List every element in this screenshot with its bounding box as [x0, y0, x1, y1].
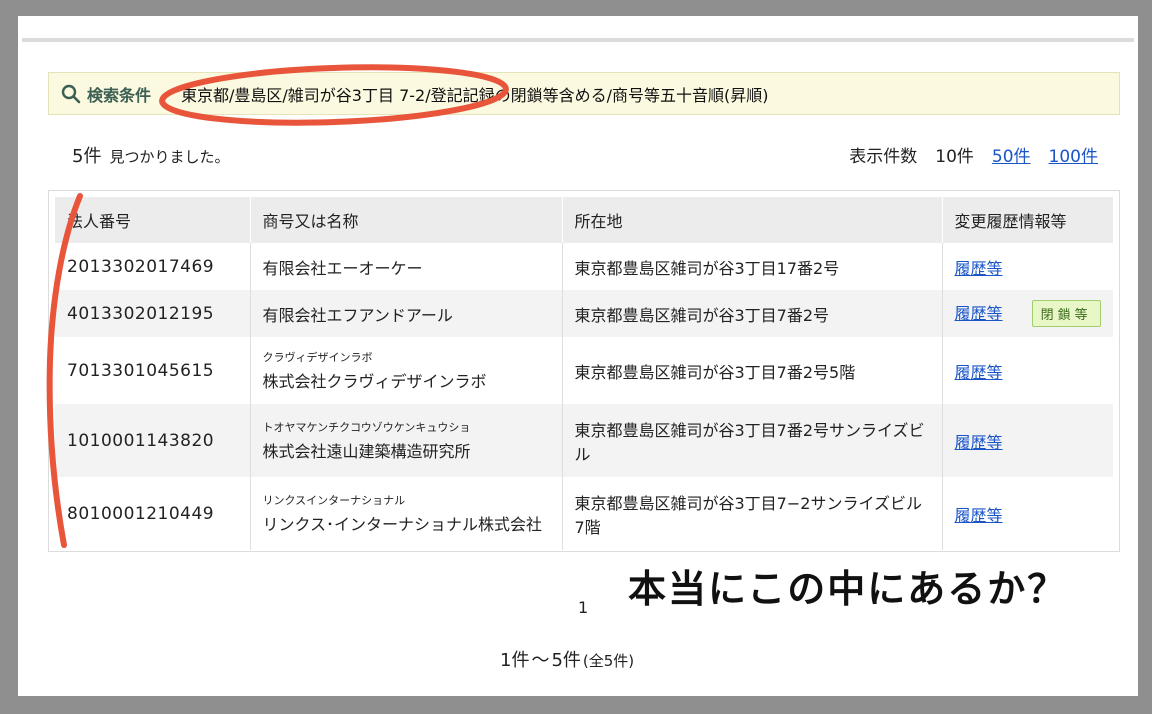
table-row: 2013302017469 有限会社エーオーケー 東京都豊島区雑司が谷3丁目17…	[55, 243, 1113, 290]
header-address: 所在地	[562, 197, 943, 243]
history-link[interactable]: 履歴等	[955, 363, 1003, 382]
result-found-text: 見つかりました。	[109, 148, 230, 166]
results-table-container: 法人番号 商号又は名称 所在地 変更履歴情報等 2013302017469 有限…	[48, 190, 1120, 552]
name-cell: トオヤマケンチクコウゾウケンキュウショ 株式会社遠山建築構造研究所	[250, 404, 563, 477]
result-count: 5件 見つかりました。	[72, 142, 229, 168]
history-link[interactable]: 履歴等	[955, 506, 1003, 525]
table-row: 8010001210449 リンクスインターナショナル リンクス･インターナショ…	[55, 477, 1113, 550]
per-page-50-link[interactable]: 50件	[992, 142, 1031, 167]
history-cell: 履歴等	[942, 404, 1113, 477]
table-header-row: 法人番号 商号又は名称 所在地 変更履歴情報等	[55, 197, 1113, 243]
company-name: 株式会社クラヴィデザインラボ	[262, 372, 487, 391]
corp-number-cell: 2013302017469	[55, 243, 251, 290]
range-total: (全5件)	[582, 652, 635, 670]
name-cell: リンクスインターナショナル リンクス･インターナショナル株式会社	[250, 477, 563, 550]
history-link[interactable]: 履歴等	[955, 433, 1003, 452]
pagination-page-1[interactable]: 1	[578, 598, 588, 617]
results-table: 法人番号 商号又は名称 所在地 変更履歴情報等 2013302017469 有限…	[55, 197, 1113, 550]
company-name-kana: リンクスインターナショナル	[262, 494, 406, 507]
header-name: 商号又は名称	[250, 197, 563, 243]
search-label-text: 検索条件	[87, 85, 152, 105]
annotation-question-text: 本当にこの中にあるか？	[628, 567, 1068, 611]
table-row: 7013301045615 クラヴィデザインラボ 株式会社クラヴィデザインラボ …	[55, 337, 1113, 404]
name-cell: クラヴィデザインラボ 株式会社クラヴィデザインラボ	[250, 337, 563, 404]
address-cell: 東京都豊島区雑司が谷3丁目7−2サンライズビル7階	[562, 477, 943, 550]
company-name: 有限会社エフアンドアール	[262, 305, 453, 325]
top-divider	[22, 38, 1134, 42]
per-page-current: 10件	[935, 147, 974, 167]
address-cell: 東京都豊島区雑司が谷3丁目7番2号	[562, 290, 943, 337]
result-range: 1件 ～ 5件 (全5件)	[500, 646, 634, 672]
history-link[interactable]: 履歴等	[955, 259, 1003, 278]
result-count-number: 5件	[72, 146, 102, 167]
search-conditions-bar: 検索条件 東京都/豊島区/雑司が谷3丁目 7-2/登記記録の閉鎖等含める/商号等…	[48, 72, 1120, 115]
company-name-kana: トオヤマケンチクコウゾウケンキュウショ	[262, 421, 471, 434]
address-cell: 東京都豊島区雑司が谷3丁目7番2号サンライズビル	[562, 404, 943, 477]
address-cell: 東京都豊島区雑司が谷3丁目7番2号5階	[562, 337, 943, 404]
history-cell: 履歴等	[942, 243, 1113, 290]
company-name: 有限会社エーオーケー	[262, 258, 423, 278]
corp-number-cell: 8010001210449	[55, 477, 251, 550]
history-cell: 履歴等 閉鎖等	[942, 290, 1113, 337]
history-cell: 履歴等	[942, 337, 1113, 404]
search-conditions-label: 検索条件	[61, 82, 151, 106]
closed-badge: 閉鎖等	[1031, 300, 1101, 327]
company-name: リンクス･インターナショナル株式会社	[262, 515, 543, 534]
name-cell: 有限会社エフアンドアール	[250, 290, 563, 337]
corp-number-cell: 7013301045615	[55, 337, 251, 404]
history-cell: 履歴等	[942, 477, 1113, 550]
company-name: 株式会社遠山建築構造研究所	[262, 442, 471, 461]
table-row: 4013302012195 有限会社エフアンドアール 東京都豊島区雑司が谷3丁目…	[55, 290, 1113, 337]
address-cell: 東京都豊島区雑司が谷3丁目17番2号	[562, 243, 943, 290]
range-start: 1件	[500, 650, 530, 671]
per-page-selector: 表示件数 10件 50件 100件	[849, 142, 1098, 167]
corp-number-cell: 4013302012195	[55, 290, 251, 337]
history-link[interactable]: 履歴等	[955, 304, 1003, 323]
company-name-kana: クラヴィデザインラボ	[262, 351, 373, 364]
range-separator: ～	[531, 650, 550, 671]
per-page-100-link[interactable]: 100件	[1049, 142, 1098, 167]
header-history: 変更履歴情報等	[942, 197, 1113, 243]
range-end: 5件	[551, 650, 581, 671]
corp-number-cell: 1010001143820	[55, 404, 251, 477]
header-corp-number: 法人番号	[55, 197, 251, 243]
search-conditions-value: 東京都/豊島区/雑司が谷3丁目 7-2/登記記録の閉鎖等含める/商号等五十音順(…	[181, 85, 769, 105]
per-page-label: 表示件数	[849, 147, 918, 167]
name-cell: 有限会社エーオーケー	[250, 243, 563, 290]
table-row: 1010001143820 トオヤマケンチクコウゾウケンキュウショ 株式会社遠山…	[55, 404, 1113, 477]
search-icon	[61, 84, 81, 103]
